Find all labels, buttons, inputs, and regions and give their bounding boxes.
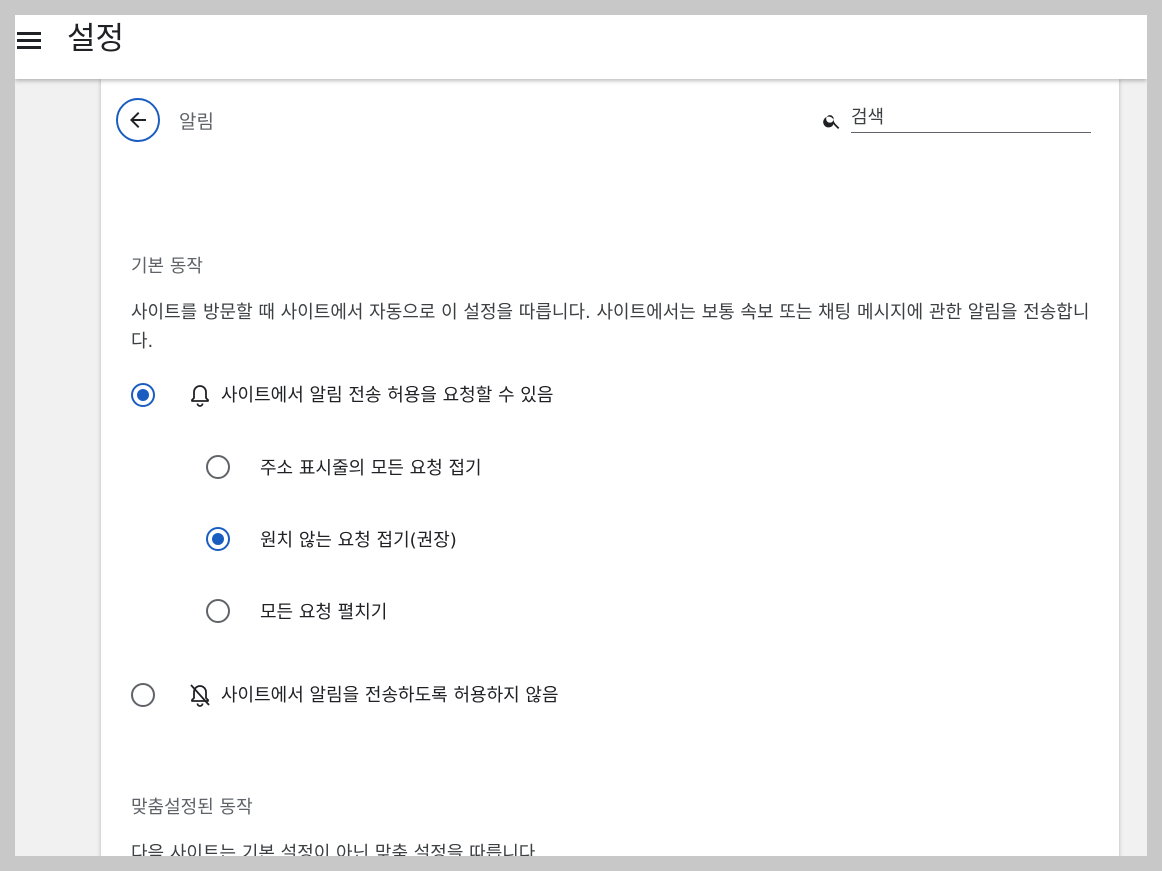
- option-block-label[interactable]: 사이트에서 알림을 전송하도록 허용하지 않음: [221, 681, 559, 707]
- radio-allow-ask[interactable]: [131, 383, 155, 407]
- radio-quiet-unwanted[interactable]: [206, 527, 230, 551]
- radio-expand-all[interactable]: [206, 599, 230, 623]
- sub-option-quiet-unwanted-label[interactable]: 원치 않는 요청 접기(권장): [260, 526, 457, 552]
- search-icon[interactable]: [822, 111, 842, 131]
- default-behavior-heading: 기본 동작: [131, 256, 203, 277]
- sub-option-expand-all-label[interactable]: 모든 요청 펼치기: [260, 598, 387, 624]
- notifications-card: 알림 기본 동작 사이트를 방문할 때 사이트에서 자동으로 이 설정을 따릅니…: [101, 79, 1119, 856]
- hamburger-menu-icon[interactable]: [16, 27, 42, 53]
- settings-viewport: 설정 알림 기본 동작 사이트를 방문할 때 사이트에서 자동으로 이 설정을 …: [15, 15, 1147, 856]
- option-allow-ask-label[interactable]: 사이트에서 알림 전송 허용을 요청할 수 있음: [221, 381, 553, 407]
- bell-off-icon: [190, 684, 210, 707]
- subpage-title: 알림: [179, 111, 214, 133]
- arrow-back-icon: [130, 112, 146, 128]
- back-button[interactable]: [116, 98, 160, 142]
- radio-quiet-all[interactable]: [206, 455, 230, 479]
- default-behavior-description: 사이트를 방문할 때 사이트에서 자동으로 이 설정을 따릅니다. 사이트에서는…: [131, 302, 1090, 352]
- bell-icon: [191, 385, 209, 407]
- sub-option-quiet-all-label[interactable]: 주소 표시줄의 모든 요청 접기: [260, 454, 482, 480]
- radio-block[interactable]: [131, 683, 155, 707]
- search-input[interactable]: [851, 103, 1091, 131]
- page-title: 설정: [67, 21, 125, 57]
- custom-behavior-heading: 맞춤설정된 동작: [131, 797, 253, 818]
- custom-behavior-description: 다음 사이트는 기본 설정이 아닌 맞춤 설정을 따릅니다.: [131, 843, 542, 856]
- settings-toolbar: 설정: [15, 15, 1147, 79]
- search-field[interactable]: [851, 103, 1091, 133]
